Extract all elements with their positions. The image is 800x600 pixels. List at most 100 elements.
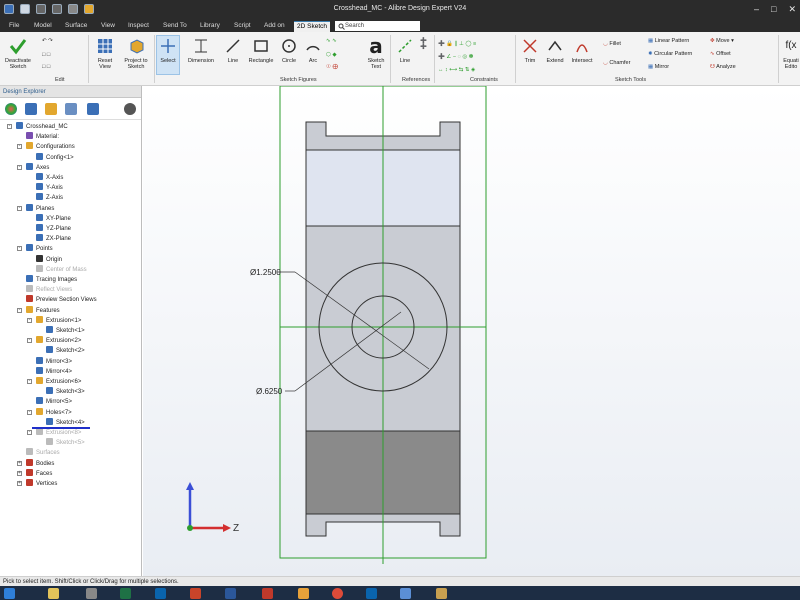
tree-item[interactable]: Mirror<3> bbox=[36, 356, 72, 367]
tree-item[interactable]: YZ-Plane bbox=[36, 224, 71, 234]
tree-item[interactable]: Faces bbox=[26, 468, 52, 479]
fillet-button[interactable]: ◡ Fillet bbox=[603, 41, 621, 47]
tree-item[interactable]: Mirror<5> bbox=[36, 397, 72, 407]
tree-item[interactable]: Z-Axis bbox=[36, 193, 63, 203]
tree-item[interactable]: Sketch<1> bbox=[46, 326, 85, 336]
file-explorer-icon[interactable] bbox=[48, 588, 59, 599]
rollback-bar[interactable] bbox=[32, 427, 90, 429]
tree-item[interactable]: Configurations bbox=[26, 142, 75, 152]
tree-item[interactable]: ZX-Plane bbox=[36, 234, 71, 244]
spline-icon[interactable]: ∿ ∿ bbox=[326, 38, 337, 44]
feature-filter-icon[interactable] bbox=[45, 103, 57, 115]
tree-item[interactable]: Extrusion<6> bbox=[36, 377, 81, 387]
tree-item[interactable]: Extrusion<1> bbox=[36, 315, 81, 326]
maximize-icon[interactable]: □ bbox=[771, 4, 776, 15]
tree-item[interactable]: Surfaces bbox=[26, 448, 60, 458]
tree-item[interactable]: Vertices bbox=[26, 479, 57, 489]
copy-icon[interactable]: □ □ bbox=[42, 52, 50, 58]
start-icon[interactable] bbox=[4, 588, 15, 599]
tree-item[interactable]: Holes<7> bbox=[36, 407, 72, 418]
tab-view[interactable]: View bbox=[98, 21, 118, 32]
arc-button[interactable]: Arc bbox=[302, 36, 324, 64]
undo-icon[interactable]: ↶ ↷ bbox=[42, 38, 53, 44]
collapse-icon[interactable]: - bbox=[17, 246, 22, 252]
graphics-canvas[interactable]: Ø1.2500 Ø.6250 Z bbox=[143, 85, 800, 576]
monitor-icon[interactable] bbox=[65, 103, 77, 115]
circular-pattern-button[interactable]: ✸ Circular Pattern bbox=[648, 51, 692, 57]
tree-item[interactable]: Extrusion<2> bbox=[36, 336, 81, 346]
pdf-icon[interactable] bbox=[262, 588, 273, 599]
tree-item[interactable]: Preview Section Views bbox=[26, 295, 97, 305]
collapse-icon[interactable]: - bbox=[27, 379, 32, 384]
tree-item[interactable]: Center of Mass bbox=[36, 264, 87, 275]
tree-item[interactable]: Sketch<2> bbox=[46, 346, 85, 356]
color-wheel-icon[interactable] bbox=[5, 103, 17, 115]
chrome-icon[interactable] bbox=[332, 588, 343, 599]
hierarchy-icon[interactable] bbox=[87, 103, 99, 115]
expand-icon[interactable]: + bbox=[17, 470, 22, 476]
collapse-icon[interactable]: - bbox=[17, 307, 22, 313]
offset-button[interactable]: ∿ Offset bbox=[710, 51, 731, 57]
tree-item[interactable]: Planes bbox=[26, 203, 54, 214]
powerpoint-icon[interactable] bbox=[190, 588, 201, 599]
collapse-icon[interactable]: - bbox=[27, 338, 32, 344]
collapse-icon[interactable]: - bbox=[17, 164, 22, 170]
tree-item[interactable]: Mirror<4> bbox=[36, 366, 72, 377]
project-to-sketch-button[interactable]: Project to Sketch bbox=[120, 36, 152, 70]
collapse-icon[interactable]: - bbox=[27, 409, 32, 415]
tree-item[interactable]: Sketch<3> bbox=[46, 387, 85, 397]
point-icon[interactable]: ☉ ⨁ bbox=[326, 64, 338, 70]
chamfer-button[interactable]: ◡ Chamfer bbox=[603, 60, 630, 66]
tab-model[interactable]: Model bbox=[31, 21, 55, 32]
select-button[interactable]: Select bbox=[156, 35, 180, 75]
collapse-icon[interactable]: - bbox=[17, 205, 22, 211]
tab-add-on[interactable]: Add on bbox=[261, 21, 288, 32]
firefox-icon[interactable] bbox=[298, 588, 309, 599]
tree-item[interactable]: Origin bbox=[36, 254, 62, 265]
tree-item[interactable]: Material: bbox=[26, 132, 59, 142]
intersect-button[interactable]: Intersect bbox=[568, 36, 596, 64]
outlook2-icon[interactable] bbox=[366, 588, 377, 599]
search-input[interactable]: Search bbox=[335, 21, 420, 31]
line-button[interactable]: Line bbox=[222, 36, 244, 64]
tab-file[interactable]: File bbox=[6, 21, 22, 32]
outlook-icon[interactable] bbox=[155, 588, 166, 599]
expand-icon[interactable]: + bbox=[17, 460, 22, 466]
minimize-icon[interactable]: – bbox=[754, 4, 759, 15]
tab-script[interactable]: Script bbox=[231, 21, 254, 32]
extend-button[interactable]: Extend bbox=[543, 36, 567, 64]
gear-icon[interactable] bbox=[124, 103, 136, 115]
tree-item[interactable]: Bodies bbox=[26, 458, 54, 469]
reset-view-button[interactable]: Reset View bbox=[92, 36, 118, 70]
circle-button[interactable]: Circle bbox=[278, 36, 300, 64]
alibre-icon[interactable] bbox=[400, 588, 411, 599]
paste-icon[interactable]: □ □ bbox=[42, 64, 50, 70]
analyze-button[interactable]: ☋ Analyze bbox=[710, 64, 736, 70]
constraint-icons[interactable]: ➕ 🔒 ∥ ⊥ ◯ ≡ ➕ ∠ − ◌ ◎ ✽ ↔ ↕ ⟷ ⇆ ⇅ ◈ bbox=[438, 38, 476, 77]
inner-diameter-dimension[interactable]: Ø.6250 bbox=[256, 387, 283, 396]
tab-send-to[interactable]: Send To bbox=[160, 21, 190, 32]
close-icon[interactable]: ✕ bbox=[788, 4, 796, 15]
sketch-viewport[interactable]: Ø1.2500 Ø.6250 Z bbox=[143, 85, 800, 576]
tool-icon[interactable] bbox=[436, 588, 447, 599]
tree-item[interactable]: Axes bbox=[26, 162, 49, 173]
polygon-icon[interactable]: ⬡ ◆ bbox=[326, 52, 337, 58]
tree-item[interactable]: Sketch<5> bbox=[46, 438, 85, 448]
tree-item[interactable]: XY-Plane bbox=[36, 213, 71, 224]
collapse-icon[interactable]: - bbox=[7, 124, 12, 129]
tree-filter-icon[interactable] bbox=[25, 103, 37, 115]
collapse-icon[interactable]: - bbox=[27, 317, 32, 323]
tree-item[interactable]: Y-Axis bbox=[36, 183, 63, 193]
dimension-button[interactable]: Dimension bbox=[186, 36, 216, 64]
excel-icon[interactable] bbox=[120, 588, 131, 599]
trim-button[interactable]: Trim bbox=[519, 36, 541, 64]
tab-library[interactable]: Library bbox=[197, 21, 223, 32]
equation-editor-button[interactable]: f(x Equati Edito bbox=[782, 36, 800, 71]
tree-item[interactable]: Extrusion<8> bbox=[36, 428, 81, 438]
tab-2d-sketch[interactable]: 2D Sketch bbox=[294, 21, 330, 32]
outer-diameter-dimension[interactable]: Ø1.2500 bbox=[250, 268, 281, 277]
tree-item[interactable]: Crosshead_MC bbox=[16, 122, 68, 132]
move-button[interactable]: ✥ Move ▾ bbox=[710, 38, 734, 44]
tree-item[interactable]: Config<1> bbox=[36, 152, 74, 163]
word-icon[interactable] bbox=[225, 588, 236, 599]
